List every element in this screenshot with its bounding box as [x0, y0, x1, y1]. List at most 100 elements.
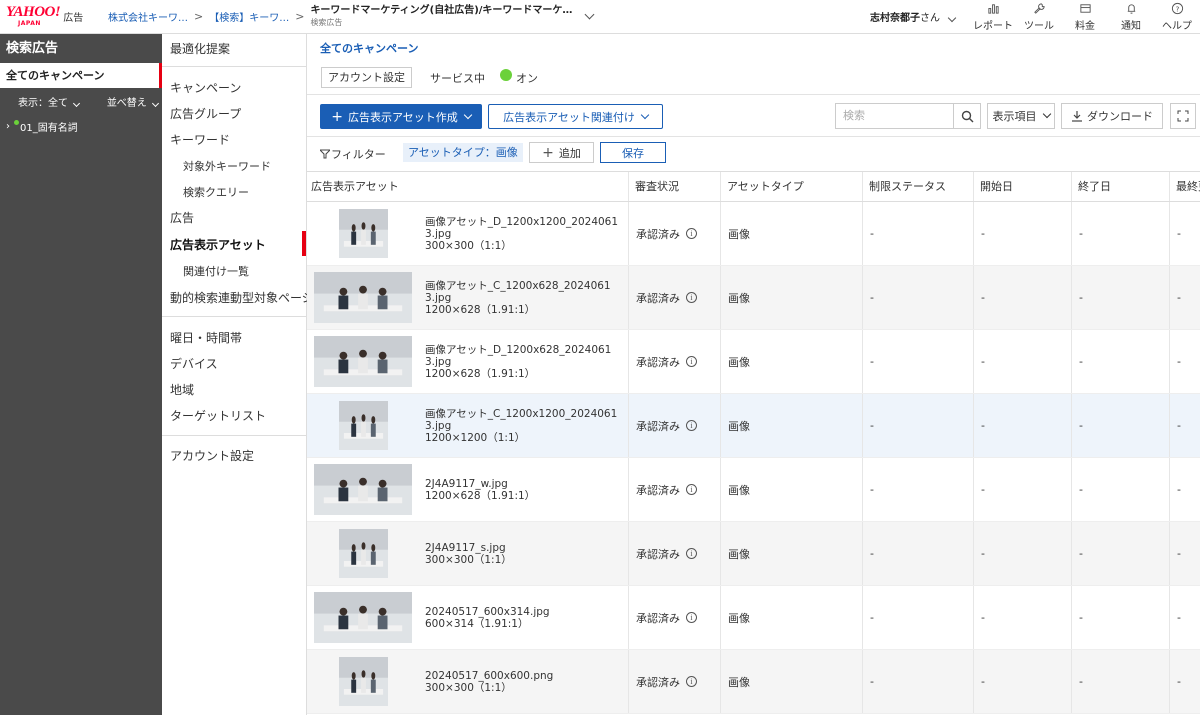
table-row[interactable]: 画像アセット_C_1200x1200_20240613.jpg 1200×1200…	[307, 394, 1200, 458]
table-row[interactable]: 2J4A9117_s.jpg 300×300（1:1） 承認済み i 画像 - - - -	[307, 522, 1200, 586]
chevron-down-icon[interactable]	[584, 9, 595, 20]
info-icon[interactable]: i	[686, 548, 697, 559]
col-start-date[interactable]: 開始日	[974, 172, 1072, 201]
chevron-right-icon[interactable]: ›	[6, 121, 10, 132]
asset-cell: 画像アセット_C_1200x628_20240613.jpg 1200×628（1…	[307, 266, 629, 329]
sub-navigation: 最適化提案 キャンペーン 広告グループ キーワード 対象外キーワード 検索クエリ…	[162, 34, 314, 715]
asset-thumbnail[interactable]	[314, 464, 412, 515]
asset-type-cell: 画像	[721, 266, 863, 329]
billing-button[interactable]: 料金	[1062, 0, 1108, 34]
review-status: 承認済み	[636, 355, 680, 369]
sort-dropdown[interactable]: 並べ替え	[107, 94, 160, 109]
asset-thumbnail[interactable]	[338, 657, 388, 706]
asset-thumbnail[interactable]	[314, 272, 412, 323]
photo-image	[338, 657, 388, 706]
asset-filename[interactable]: 20240517_600x600.png	[425, 670, 620, 682]
asset-thumbnail[interactable]	[314, 592, 412, 643]
tools-button[interactable]: ツール	[1016, 0, 1062, 34]
notification-button[interactable]: 通知	[1108, 0, 1154, 34]
associate-asset-button[interactable]: 広告表示アセット関連付け	[488, 104, 663, 129]
info-icon[interactable]: i	[686, 356, 697, 367]
nav-campaign[interactable]: キャンペーン	[170, 79, 241, 96]
col-asset[interactable]: 広告表示アセット	[307, 172, 629, 201]
report-button[interactable]: レポート	[970, 0, 1016, 34]
nav-optimization[interactable]: 最適化提案	[170, 40, 230, 57]
asset-filename[interactable]: 画像アセット_C_1200x1200_20240613.jpg	[425, 408, 620, 432]
info-icon[interactable]: i	[686, 292, 697, 303]
asset-filename[interactable]: 画像アセット_D_1200x628_20240613.jpg	[425, 344, 620, 368]
add-filter-button[interactable]: + 追加	[529, 142, 594, 163]
table-row[interactable]: 画像アセット_D_1200x628_20240613.jpg 1200×628（1…	[307, 330, 1200, 394]
asset-thumbnail[interactable]	[338, 401, 388, 450]
billing-icon	[1079, 4, 1091, 13]
yahoo-logo[interactable]: YAHOO! JAPAN 広告	[0, 0, 108, 34]
nav-dynamic-search-pages[interactable]: 動的検索連動型対象ページ	[170, 289, 314, 306]
breadcrumb-current[interactable]: キーワードマーケティング(自社広告)/キーワードマーケ… 検索広告	[310, 5, 572, 29]
table-row[interactable]: 20240517_600x600.png 300×300（1:1） 承認済み i 画像 -…	[307, 650, 1200, 714]
display-items-dropdown[interactable]: 表示項目	[987, 103, 1055, 129]
table-row[interactable]: 画像アセット_C_1200x628_20240613.jpg 1200×628（1…	[307, 266, 1200, 330]
asset-thumbnail[interactable]	[314, 336, 412, 387]
fullscreen-button[interactable]	[1170, 103, 1196, 129]
page-title[interactable]: 全てのキャンペーン	[320, 40, 418, 56]
nav-target-list[interactable]: ターゲットリスト	[170, 407, 266, 424]
nav-association-list[interactable]: 関連付け一覧	[183, 263, 249, 279]
asset-filename[interactable]: 画像アセット_C_1200x628_20240613.jpg	[425, 280, 620, 304]
asset-thumbnail[interactable]	[338, 209, 388, 258]
col-end-date[interactable]: 終了日	[1072, 172, 1170, 201]
thumbnail-wrap	[307, 266, 419, 329]
nav-negative-keyword[interactable]: 対象外キーワード	[183, 158, 271, 174]
thumbnail-wrap	[307, 650, 419, 713]
info-icon[interactable]: i	[686, 228, 697, 239]
table-row[interactable]: 20240517_600x314.jpg 600×314（1.91:1） 承認済み i…	[307, 586, 1200, 650]
review-status-cell: 承認済み i	[629, 330, 721, 393]
asset-filename[interactable]: 2J4A9117_s.jpg	[425, 542, 620, 554]
col-review-status[interactable]: 審査状況	[629, 172, 721, 201]
last-updated-cell: -	[1177, 547, 1181, 560]
info-icon[interactable]: i	[686, 612, 697, 623]
nav-search-query[interactable]: 検索クエリー	[183, 184, 249, 200]
asset-filename[interactable]: 2J4A9117_w.jpg	[425, 478, 620, 490]
info-icon[interactable]: i	[686, 676, 697, 687]
col-limit-status[interactable]: 制限ステータス	[863, 172, 974, 201]
nav-keyword[interactable]: キーワード	[170, 131, 230, 148]
table-row[interactable]: 画像アセット_D_1200x1200_20240613.jpg 300×300（1…	[307, 202, 1200, 266]
nav-ad-assets[interactable]: 広告表示アセット	[170, 236, 266, 253]
breadcrumb-account[interactable]: 株式会社キーワ…	[108, 9, 188, 24]
nav-day-time[interactable]: 曜日・時間帯	[170, 329, 242, 346]
nav-account-settings[interactable]: アカウント設定	[170, 447, 254, 464]
nav-ad-group[interactable]: 広告グループ	[170, 105, 241, 122]
user-menu[interactable]: 志村奈都子さん	[870, 9, 957, 24]
filter-chip[interactable]: アセットタイプ：画像	[403, 143, 523, 162]
nav-ad[interactable]: 広告	[170, 209, 194, 226]
help-icon: ?	[1171, 2, 1183, 15]
all-campaigns-item[interactable]: 全てのキャンペーン	[0, 63, 162, 88]
breadcrumb-campaign[interactable]: 【検索】キーワ…	[209, 9, 289, 24]
info-icon[interactable]: i	[686, 484, 697, 495]
asset-filename[interactable]: 画像アセット_D_1200x1200_20240613.jpg	[425, 216, 620, 240]
col-asset-type[interactable]: アセットタイプ	[721, 172, 863, 201]
filter-button[interactable]: フィルター	[320, 146, 386, 162]
col-last-updated[interactable]: 最終更	[1170, 172, 1200, 201]
tree-item-campaign[interactable]: › 01_固有名詞	[0, 109, 162, 134]
review-status-cell: 承認済み i	[629, 458, 721, 521]
photo-image	[338, 401, 388, 450]
view-filter-dropdown[interactable]: 表示：全て	[18, 94, 81, 109]
nav-device[interactable]: デバイス	[170, 355, 218, 372]
table-row[interactable]: 2J4A9117_w.jpg 1200×628（1.91:1） 承認済み i 画像 - - -…	[307, 458, 1200, 522]
account-settings-button[interactable]: アカウント設定	[321, 67, 412, 88]
search-input[interactable]: 検索	[835, 103, 954, 129]
info-icon[interactable]: i	[686, 420, 697, 431]
start-date-cell: -	[974, 394, 1072, 457]
search-button[interactable]	[953, 103, 981, 129]
asset-filename[interactable]: 20240517_600x314.jpg	[425, 606, 620, 618]
save-filter-button[interactable]: 保存	[600, 142, 666, 163]
create-asset-button[interactable]: + 広告表示アセット作成	[320, 104, 482, 129]
start-date-cell: -	[974, 650, 1072, 713]
help-button[interactable]: ? ヘルプ	[1154, 0, 1200, 34]
nav-divider	[162, 316, 306, 317]
asset-thumbnail[interactable]	[338, 529, 388, 578]
download-button[interactable]: ダウンロード	[1061, 103, 1163, 129]
nav-location[interactable]: 地域	[170, 381, 194, 398]
asset-info: 2J4A9117_w.jpg 1200×628（1.91:1）	[425, 478, 620, 502]
